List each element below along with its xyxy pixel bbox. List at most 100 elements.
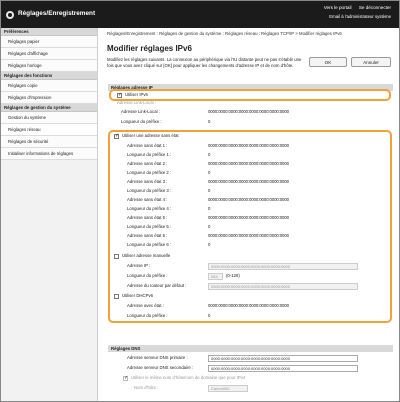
use-dhcp-label: Utiliser DHCPv6 [122,293,154,298]
use-ipv6-row: Utiliser IPv6 [105,91,395,99]
ok-button[interactable]: OK [309,57,347,67]
breadcrumb: Réglages/Enregistrement : Réglages de ge… [107,31,342,36]
stateless-row: Adresse sans état 1 : 0000:0000:0000:0000… [105,142,395,150]
stateless-label: Longueur du préfixe 3 : [127,188,172,193]
manual-router-input[interactable]: 0000:0000:0000:0000:0000:0000:0000:0000 [208,282,358,290]
manual-prefix-row: Longueur du préfixe : 064 (0-128) [105,272,395,280]
link-local-heading: Adresse Link-Local : [117,100,156,105]
sidebar-item-clock[interactable]: Réglages horloge [1,60,97,72]
admin-email-link[interactable]: Email à l'administrateur système [329,14,391,19]
manual-ip-label: Adresse IP : [127,263,151,268]
sidebar-item-initialize[interactable]: Initialiser informations de réglages [1,148,97,160]
link-local-address-label: Adresse Link-Local : [121,109,160,114]
stateless-label: Longueur du préfixe 2 : [127,170,172,175]
stateless-value: 0000:0000:0000:0000:0000:0000:0000:0000 [208,179,289,184]
stateless-label: Adresse sans état 4 : [127,197,168,202]
stateless-row: Adresse sans état 6 : 0000:0000:0000:0000… [105,232,395,240]
main-content: Réglages/Enregistrement : Réglages de ge… [105,28,395,401]
sidebar-item-security[interactable]: Réglages de sécurité [1,136,97,148]
dns-settings-header: Réglages DNS [108,345,393,352]
use-dhcp-checkbox[interactable] [114,293,119,299]
sidebar-section-title: Préférences [1,28,97,36]
dns-secondary-label: Adresse serveur DNS secondaire : [127,365,194,370]
sidebar-item-print[interactable]: Réglages d'impression [1,92,97,104]
stateless-row: Longueur du préfixe 1 : 0 [105,151,395,159]
manual-prefix-label: Longueur du préfixe : [127,273,168,278]
cancel-button[interactable]: Annuler [351,57,391,67]
manual-router-row: Adresse du routeur par défaut : 0000:000… [105,282,395,290]
link-local-address-value: 0000:0000:0000:0000:0000:0000:0000:0000 [208,109,289,114]
stateless-row: Longueur du préfixe 5 : 0 [105,223,395,231]
sidebar-section-title: Réglages des fonctions [1,72,97,80]
stateless-value: 0000:0000:0000:0000:0000:0000:0000:0000 [208,197,289,202]
stateless-row: Adresse sans état 5 : 0000:0000:0000:0000… [105,214,395,222]
stateless-value: 0 [208,188,211,193]
sidebar-item-paper[interactable]: Réglages papier [1,36,97,48]
stateless-label: Longueur du préfixe 5 : [127,224,172,229]
dns-primary-row: Adresse serveur DNS primaire : 0000:0000… [105,354,395,362]
dhcp-address-row: Adresse avec état : 0000:0000:0000:0000:… [105,302,395,310]
dns-host-label: Nom d'hôte : [134,385,159,390]
stateless-label: Adresse sans état 5 : [127,215,168,220]
dhcp-address-label: Adresse avec état : [127,303,164,308]
dns-primary-input[interactable]: 0000:0000:0000:0000:0000:0000:0000:0000 [208,354,358,362]
dhcp-address-value: 0000:0000:0000:0000:0000:0000:0000:0000 [208,303,289,308]
use-stateless-label: Utiliser une adresse sans état [122,133,179,138]
manual-prefix-range: (0-128) [226,273,240,278]
dns-secondary-input[interactable]: 0000:0000:0000:0000:0000:0000:0000:0000 [208,364,358,372]
link-local-heading-row: Adresse Link-Local : [105,99,395,107]
header-bar: Réglages/Enregistrement Vers le portail … [1,1,399,28]
dns-same-host-checkbox[interactable] [123,374,128,382]
use-stateless-checkbox[interactable] [114,132,119,140]
page-title: Modifier réglages IPv6 [107,44,192,53]
use-ipv6-label: Utiliser IPv6 [125,92,148,97]
use-manual-row: Utiliser adresse manuelle [105,252,395,260]
stateless-value: 0000:0000:0000:0000:0000:0000:0000:0000 [208,143,289,148]
app-window: Réglages/Enregistrement Vers le portail … [0,0,400,402]
sidebar-item-network[interactable]: Réglages réseau [1,124,97,136]
dns-primary-label: Adresse serveur DNS primaire : [127,355,188,360]
stateless-value: 0000:0000:0000:0000:0000:0000:0000:0000 [208,233,289,238]
link-local-prefix-label: Longueur du préfixe : [121,119,162,124]
stateless-value: 0 [208,224,211,229]
sidebar-item-system[interactable]: Gestion du système [1,112,97,124]
stateless-row: Adresse sans état 3 : 0000:0000:0000:0000… [105,178,395,186]
link-local-address-row: Adresse Link-Local : 0000:0000:0000:0000… [105,108,395,116]
app-title: Réglages/Enregistrement [18,10,96,17]
ip-settings-header: Réglages adresse IP [108,84,393,91]
link-local-prefix-row: Longueur du préfixe : 0 [105,118,395,126]
manual-prefix-input[interactable]: 064 [208,272,223,280]
use-manual-label: Utiliser adresse manuelle [122,253,171,258]
manual-ip-row: Adresse IP : 0000:0000:0000:0000:0000:00… [105,262,395,270]
dns-host-row: Nom d'hôte : Canon000 [105,384,395,392]
portal-link[interactable]: Vers le portail [324,5,352,10]
dns-host-input[interactable]: Canon000 [208,384,248,392]
use-stateless-row: Utiliser une adresse sans état [105,132,395,140]
manual-ip-input[interactable]: 0000:0000:0000:0000:0000:0000:0000:0000 [208,262,358,270]
dhcp-prefix-label: Longueur du préfixe : [127,313,168,318]
link-local-prefix-value: 0 [208,119,211,124]
use-ipv6-checkbox[interactable] [117,91,122,99]
stateless-label: Adresse sans état 3 : [127,179,168,184]
stateless-value: 0 [208,170,211,175]
stateless-label: Longueur du préfixe 1 : [127,152,172,157]
dns-same-host-label: Utiliser le même nom d'hôte/nom de domai… [131,375,246,380]
stateless-row: Longueur du préfixe 4 : 0 [105,205,395,213]
use-dhcp-row: Utiliser DHCPv6 [105,292,395,300]
sidebar-section-title: Réglages de gestion du système [1,104,97,112]
stateless-value: 0000:0000:0000:0000:0000:0000:0000:0000 [208,215,289,220]
logout-link[interactable]: Se déconnecter [359,5,391,10]
stateless-row: Longueur du préfixe 3 : 0 [105,187,395,195]
stateless-label: Adresse sans état 1 : [127,143,168,148]
use-manual-checkbox[interactable] [114,253,119,259]
stateless-label: Adresse sans état 2 : [127,161,168,166]
sidebar-item-display[interactable]: Réglages d'affichage [1,48,97,60]
stateless-label: Adresse sans état 6 : [127,233,168,238]
manual-router-label: Adresse du routeur par défaut : [127,283,187,288]
sidebar-item-copy[interactable]: Réglages copie [1,80,97,92]
canon-logo-icon [6,11,14,19]
stateless-label: Longueur du préfixe 4 : [127,206,172,211]
dns-secondary-row: Adresse serveur DNS secondaire : 0000:00… [105,364,395,372]
stateless-value: 0 [208,206,211,211]
dhcp-prefix-row: Longueur du préfixe : 0 [105,312,395,320]
